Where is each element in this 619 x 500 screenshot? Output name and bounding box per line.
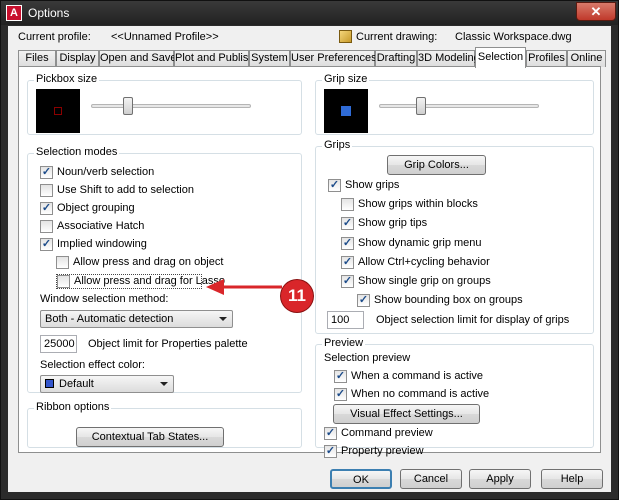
tab-files[interactable]: Files <box>18 50 56 67</box>
tab-selection[interactable]: Selection <box>475 47 526 68</box>
grip-size-group: Grip size <box>315 73 594 135</box>
drawing-file-icon <box>339 30 352 43</box>
implied-windowing-checkbox[interactable]: ✓ <box>40 238 53 251</box>
close-button[interactable]: ✕ <box>576 2 616 21</box>
press-drag-lasso-checkbox[interactable] <box>57 275 70 288</box>
dialog-client: Current profile: <<Unnamed Profile>> Cur… <box>8 26 611 492</box>
property-preview-checkbox[interactable]: ✓ <box>324 445 337 458</box>
grips-group: Grips Grip Colors... ✓ Show grips Show g… <box>315 139 594 334</box>
tab-online[interactable]: Online <box>567 50 606 67</box>
show-bounding-box-checkbox[interactable]: ✓ <box>357 294 370 307</box>
window-title: Options <box>28 6 70 20</box>
selection-effect-color-dropdown[interactable]: Default <box>40 375 174 393</box>
when-command-active-checkbox[interactable]: ✓ <box>334 370 347 383</box>
color-swatch <box>45 379 54 388</box>
object-limit-input[interactable]: 25000 <box>40 335 77 353</box>
help-button[interactable]: Help <box>541 469 603 489</box>
contextual-tab-states-button[interactable]: Contextual Tab States... <box>76 427 224 447</box>
grip-size-slider-track[interactable] <box>379 104 539 108</box>
press-drag-object-checkbox[interactable] <box>56 256 69 269</box>
ctrl-cycling-checkbox[interactable]: ✓ <box>341 256 354 269</box>
pickbox-slider-thumb[interactable] <box>123 97 133 115</box>
selection-modes-label: Selection modes <box>34 146 120 158</box>
grip-size-slider-thumb[interactable] <box>416 97 426 115</box>
pickbox-slider-track[interactable] <box>91 104 251 108</box>
pickbox-size-group: Pickbox size <box>27 73 302 135</box>
callout-number-badge: 11 <box>281 280 313 312</box>
window-selection-method-dropdown[interactable]: Both - Automatic detection <box>40 310 233 328</box>
tab-plot-and-publish[interactable]: Plot and Publish <box>174 50 255 67</box>
tab-open-and-save[interactable]: Open and Save <box>99 50 176 67</box>
grip-size-preview <box>324 89 368 133</box>
current-drawing-value: Classic Workspace.dwg <box>455 31 572 43</box>
associative-hatch-checkbox[interactable] <box>40 220 53 233</box>
title-bar[interactable]: A Options ✕ <box>1 1 618 25</box>
show-single-grip-checkbox[interactable]: ✓ <box>341 275 354 288</box>
tab-display[interactable]: Display <box>56 50 99 67</box>
current-profile-label: Current profile: <box>18 31 91 43</box>
autocad-logo-icon: A <box>6 5 22 21</box>
ribbon-options-group: Ribbon options Contextual Tab States... <box>27 401 302 448</box>
when-no-command-active-checkbox[interactable]: ✓ <box>334 388 347 401</box>
tab-system[interactable]: System <box>249 50 290 67</box>
ribbon-options-label: Ribbon options <box>34 401 112 413</box>
grips-label: Grips <box>322 139 353 151</box>
show-grips-checkbox[interactable]: ✓ <box>328 179 341 192</box>
ok-button[interactable]: OK <box>330 469 392 489</box>
use-shift-checkbox[interactable] <box>40 184 53 197</box>
window-selection-method-label: Window selection method: <box>40 293 169 305</box>
show-dynamic-grip-menu-checkbox[interactable]: ✓ <box>341 237 354 250</box>
tab-user-preferences[interactable]: User Preferences <box>290 50 377 67</box>
selection-effect-color-label: Selection effect color: <box>40 359 145 371</box>
apply-button[interactable]: Apply <box>469 469 531 489</box>
callout-arrow <box>206 279 282 295</box>
tab-profiles[interactable]: Profiles <box>526 50 567 67</box>
grip-limit-label: Object selection limit for display of gr… <box>376 314 570 326</box>
chevron-down-icon <box>219 317 227 321</box>
chevron-down-icon <box>160 382 168 386</box>
grip-limit-input[interactable]: 100 <box>327 311 364 329</box>
tab-drafting[interactable]: Drafting <box>375 50 417 67</box>
show-grip-tips-checkbox[interactable]: ✓ <box>341 217 354 230</box>
options-dialog: A Options ✕ Current profile: <<Unnamed P… <box>0 0 619 500</box>
object-grouping-checkbox[interactable]: ✓ <box>40 202 53 215</box>
pickbox-preview <box>36 89 80 133</box>
pickbox-size-label: Pickbox size <box>34 73 100 85</box>
cancel-button[interactable]: Cancel <box>400 469 462 489</box>
grip-square <box>341 106 351 116</box>
current-profile-value: <<Unnamed Profile>> <box>111 31 219 43</box>
preview-label: Preview <box>322 337 366 349</box>
command-preview-checkbox[interactable]: ✓ <box>324 427 337 440</box>
object-limit-label: Object limit for Properties palette <box>88 338 248 350</box>
current-drawing-label: Current drawing: <box>356 31 438 43</box>
show-grips-within-blocks-checkbox[interactable] <box>341 198 354 211</box>
callout-arrow-head <box>206 279 224 295</box>
grip-colors-button[interactable]: Grip Colors... <box>387 155 486 175</box>
tab-3d-modeling[interactable]: 3D Modeling <box>417 50 480 67</box>
selection-preview-label: Selection preview <box>324 352 411 364</box>
pickbox-square <box>54 107 62 115</box>
preview-group: Preview Selection preview ✓ When a comma… <box>315 337 594 458</box>
grip-size-label: Grip size <box>322 73 370 85</box>
noun-verb-selection-checkbox[interactable]: ✓ <box>40 166 53 179</box>
visual-effect-settings-button[interactable]: Visual Effect Settings... <box>333 404 480 424</box>
selection-tab-panel: Pickbox size Selection modes ✓ Noun/verb… <box>18 66 601 458</box>
press-drag-lasso-option[interactable]: Allow press and drag for Lasso <box>56 274 225 289</box>
